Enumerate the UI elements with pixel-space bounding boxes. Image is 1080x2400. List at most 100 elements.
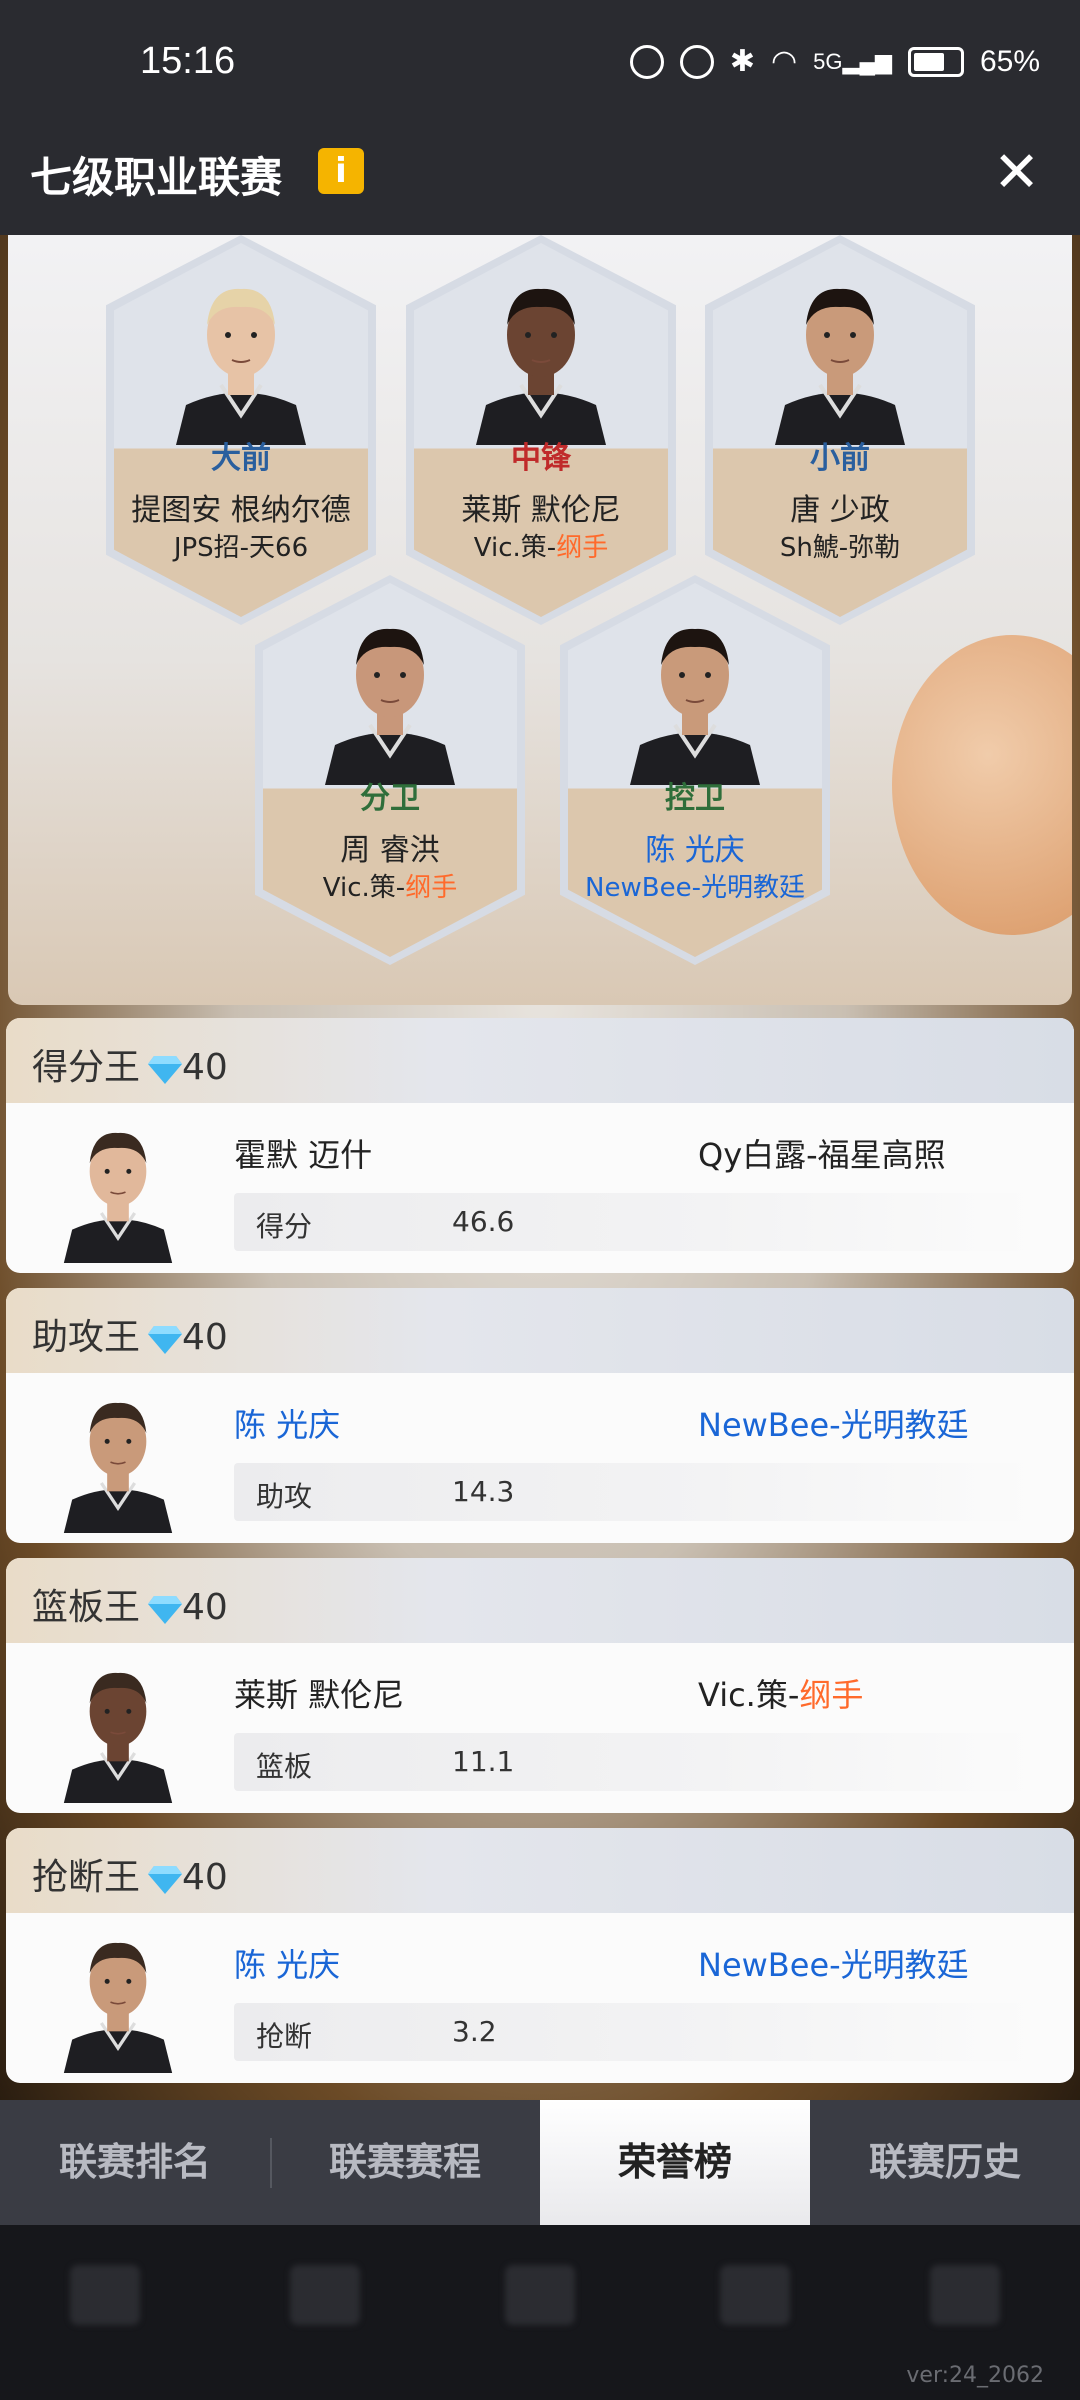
status-bar: 15:16 ✱ ◠ 5G▂▄▆ 65% xyxy=(0,0,1080,110)
player-name: 霍默 迈什 xyxy=(234,1136,373,1174)
award-title: 篮板王 xyxy=(32,1587,141,1628)
player-portrait xyxy=(166,265,316,445)
player-team: Vic.策-纲手 xyxy=(255,867,525,904)
diamond-icon xyxy=(148,1056,183,1084)
battery-icon xyxy=(907,46,964,77)
award-title-row: 抢断王 40 xyxy=(32,1848,228,1900)
player-name: 唐 少政 xyxy=(790,493,890,528)
stat-value: 3.2 xyxy=(452,2015,497,2048)
position-label: 分卫 xyxy=(360,781,420,816)
nav-icon-4 xyxy=(720,2265,790,2325)
lineup-player-card[interactable]: 大前提图安 根纳尔德 JPS招-天66 xyxy=(106,235,376,625)
team-suffix: 纲手 xyxy=(405,873,458,903)
player-name: 提图安 根纳尔德 xyxy=(131,493,351,528)
player-avatar xyxy=(28,1113,208,1263)
nav-icon-5 xyxy=(930,2265,1000,2325)
stat-value: 46.6 xyxy=(452,1205,515,1238)
signal-icon: 5G▂▄▆ xyxy=(813,48,892,74)
tab-honor-roll[interactable]: 荣誉榜 xyxy=(540,2100,810,2225)
player-name: 莱斯 默伦尼 xyxy=(234,1676,405,1714)
award-title-row: 篮板王 40 xyxy=(32,1578,228,1630)
stat-row: 助攻 14.3 xyxy=(234,1463,1034,1521)
player-team: Sh鯱-弥勒 xyxy=(705,527,975,564)
player-team: Vic.策-纲手 xyxy=(698,1670,863,1716)
diamond-icon xyxy=(148,1866,183,1894)
player-avatar xyxy=(28,1653,208,1803)
award-card[interactable]: 抢断王 40 陈 光庆 NewBee-光明教廷抢断 3.2 xyxy=(6,1828,1074,2083)
player-team: NewBee-光明教廷 xyxy=(698,1400,969,1446)
player-team: Vic.策-纲手 xyxy=(406,527,676,564)
award-card[interactable]: 助攻王 40 陈 光庆 NewBee-光明教廷助攻 14.3 xyxy=(6,1288,1074,1543)
team-prefix: JPS招-天66 xyxy=(173,533,309,563)
lineup-player-card[interactable]: 分卫周 睿洪 Vic.策-纲手 xyxy=(255,575,525,965)
team-prefix: Vic.策- xyxy=(322,873,406,903)
position-label: 小前 xyxy=(810,441,870,476)
info-icon[interactable]: i xyxy=(318,148,364,194)
award-title-row: 得分王 40 xyxy=(32,1038,228,1090)
award-reward: 40 xyxy=(182,1047,228,1088)
award-title: 助攻王 xyxy=(32,1317,141,1358)
team-suffix: 纲手 xyxy=(799,1676,864,1714)
player-portrait xyxy=(315,605,465,785)
player-name: 莱斯 默伦尼 xyxy=(461,493,621,528)
close-icon[interactable]: ✕ xyxy=(993,140,1040,205)
team-prefix: NewBee-光明教廷 xyxy=(698,1946,969,1984)
award-reward: 40 xyxy=(182,1587,228,1628)
team-prefix: NewBee-光明教廷 xyxy=(698,1406,969,1444)
tab-league-ranking[interactable]: 联赛排名 xyxy=(0,2100,270,2225)
page-title: 七级职业联赛 xyxy=(30,153,283,202)
version-label: ver:24_2062 xyxy=(906,2363,1044,2388)
position-label: 中锋 xyxy=(511,441,571,476)
player-portrait xyxy=(466,265,616,445)
award-reward: 40 xyxy=(182,1857,228,1898)
wifi-icon: ◠ xyxy=(770,45,798,78)
stat-label: 得分 xyxy=(256,1210,313,1243)
lineup-player-card[interactable]: 小前唐 少政 Sh鯱-弥勒 xyxy=(705,235,975,625)
team-prefix: Vic.策- xyxy=(473,533,557,563)
team-prefix: Vic.策- xyxy=(698,1676,800,1714)
data-saver-icon xyxy=(629,44,664,79)
nav-icon-2 xyxy=(290,2265,360,2325)
nav-icon-3 xyxy=(505,2265,575,2325)
alarm-icon xyxy=(679,44,714,79)
player-name: 陈 光庆 xyxy=(645,833,745,868)
player-name: 陈 光庆 xyxy=(234,1406,341,1444)
diamond-icon xyxy=(148,1326,183,1354)
lineup-player-card[interactable]: 中锋 莱斯 默伦尼 Vic.策-纲手 xyxy=(406,235,676,625)
team-prefix: Qy白露-福星高照 xyxy=(698,1136,946,1174)
player-team: NewBee-光明教廷 xyxy=(698,1940,969,1986)
stat-label: 助攻 xyxy=(256,1480,313,1513)
player-avatar xyxy=(28,1383,208,1533)
player-name: 周 睿洪 xyxy=(340,833,440,868)
award-card[interactable]: 得分王 40 霍默 迈什 Qy白露-福星高照得分 46.6 xyxy=(6,1018,1074,1273)
diamond-icon xyxy=(148,1596,183,1624)
stat-label: 篮板 xyxy=(256,1750,313,1783)
award-title-row: 助攻王 40 xyxy=(32,1308,228,1360)
bottom-nav-blurred: ver:24_2062 xyxy=(0,2225,1080,2400)
stat-row: 抢断 3.2 xyxy=(234,2003,1034,2061)
stat-value: 14.3 xyxy=(452,1475,515,1508)
basketball-decoration xyxy=(892,635,1072,935)
player-name: 陈 光庆 xyxy=(234,1946,341,1984)
stat-row: 得分 46.6 xyxy=(234,1193,1034,1251)
nav-icon-1 xyxy=(70,2265,140,2325)
player-team: JPS招-天66 xyxy=(106,527,376,564)
team-suffix: 纲手 xyxy=(556,533,609,563)
team-prefix: NewBee-光明教廷 xyxy=(585,873,805,903)
stat-label: 抢断 xyxy=(256,2020,313,2053)
tab-league-schedule[interactable]: 联赛赛程 xyxy=(270,2100,540,2225)
player-portrait xyxy=(765,265,915,445)
player-team: NewBee-光明教廷 xyxy=(560,867,830,904)
stat-value: 11.1 xyxy=(452,1745,515,1778)
status-icons: ✱ ◠ 5G▂▄▆ 65% xyxy=(629,44,1040,79)
battery-level: 65% xyxy=(979,44,1040,78)
status-time: 15:16 xyxy=(140,40,236,82)
tab-league-history[interactable]: 联赛历史 xyxy=(810,2100,1080,2225)
lineup-player-card[interactable]: 控卫陈 光庆 NewBee-光明教廷 xyxy=(560,575,830,965)
position-label: 大前 xyxy=(211,441,271,476)
player-team: Qy白露-福星高照 xyxy=(698,1130,946,1176)
position-label: 控卫 xyxy=(665,781,725,816)
award-card[interactable]: 篮板王 40 莱斯 默伦尼 Vic.策-纲手篮板 11.1 xyxy=(6,1558,1074,1813)
bluetooth-icon: ✱ xyxy=(729,45,755,78)
bottom-tab-bar: 联赛排名 联赛赛程 荣誉榜 联赛历史 xyxy=(0,2100,1080,2225)
